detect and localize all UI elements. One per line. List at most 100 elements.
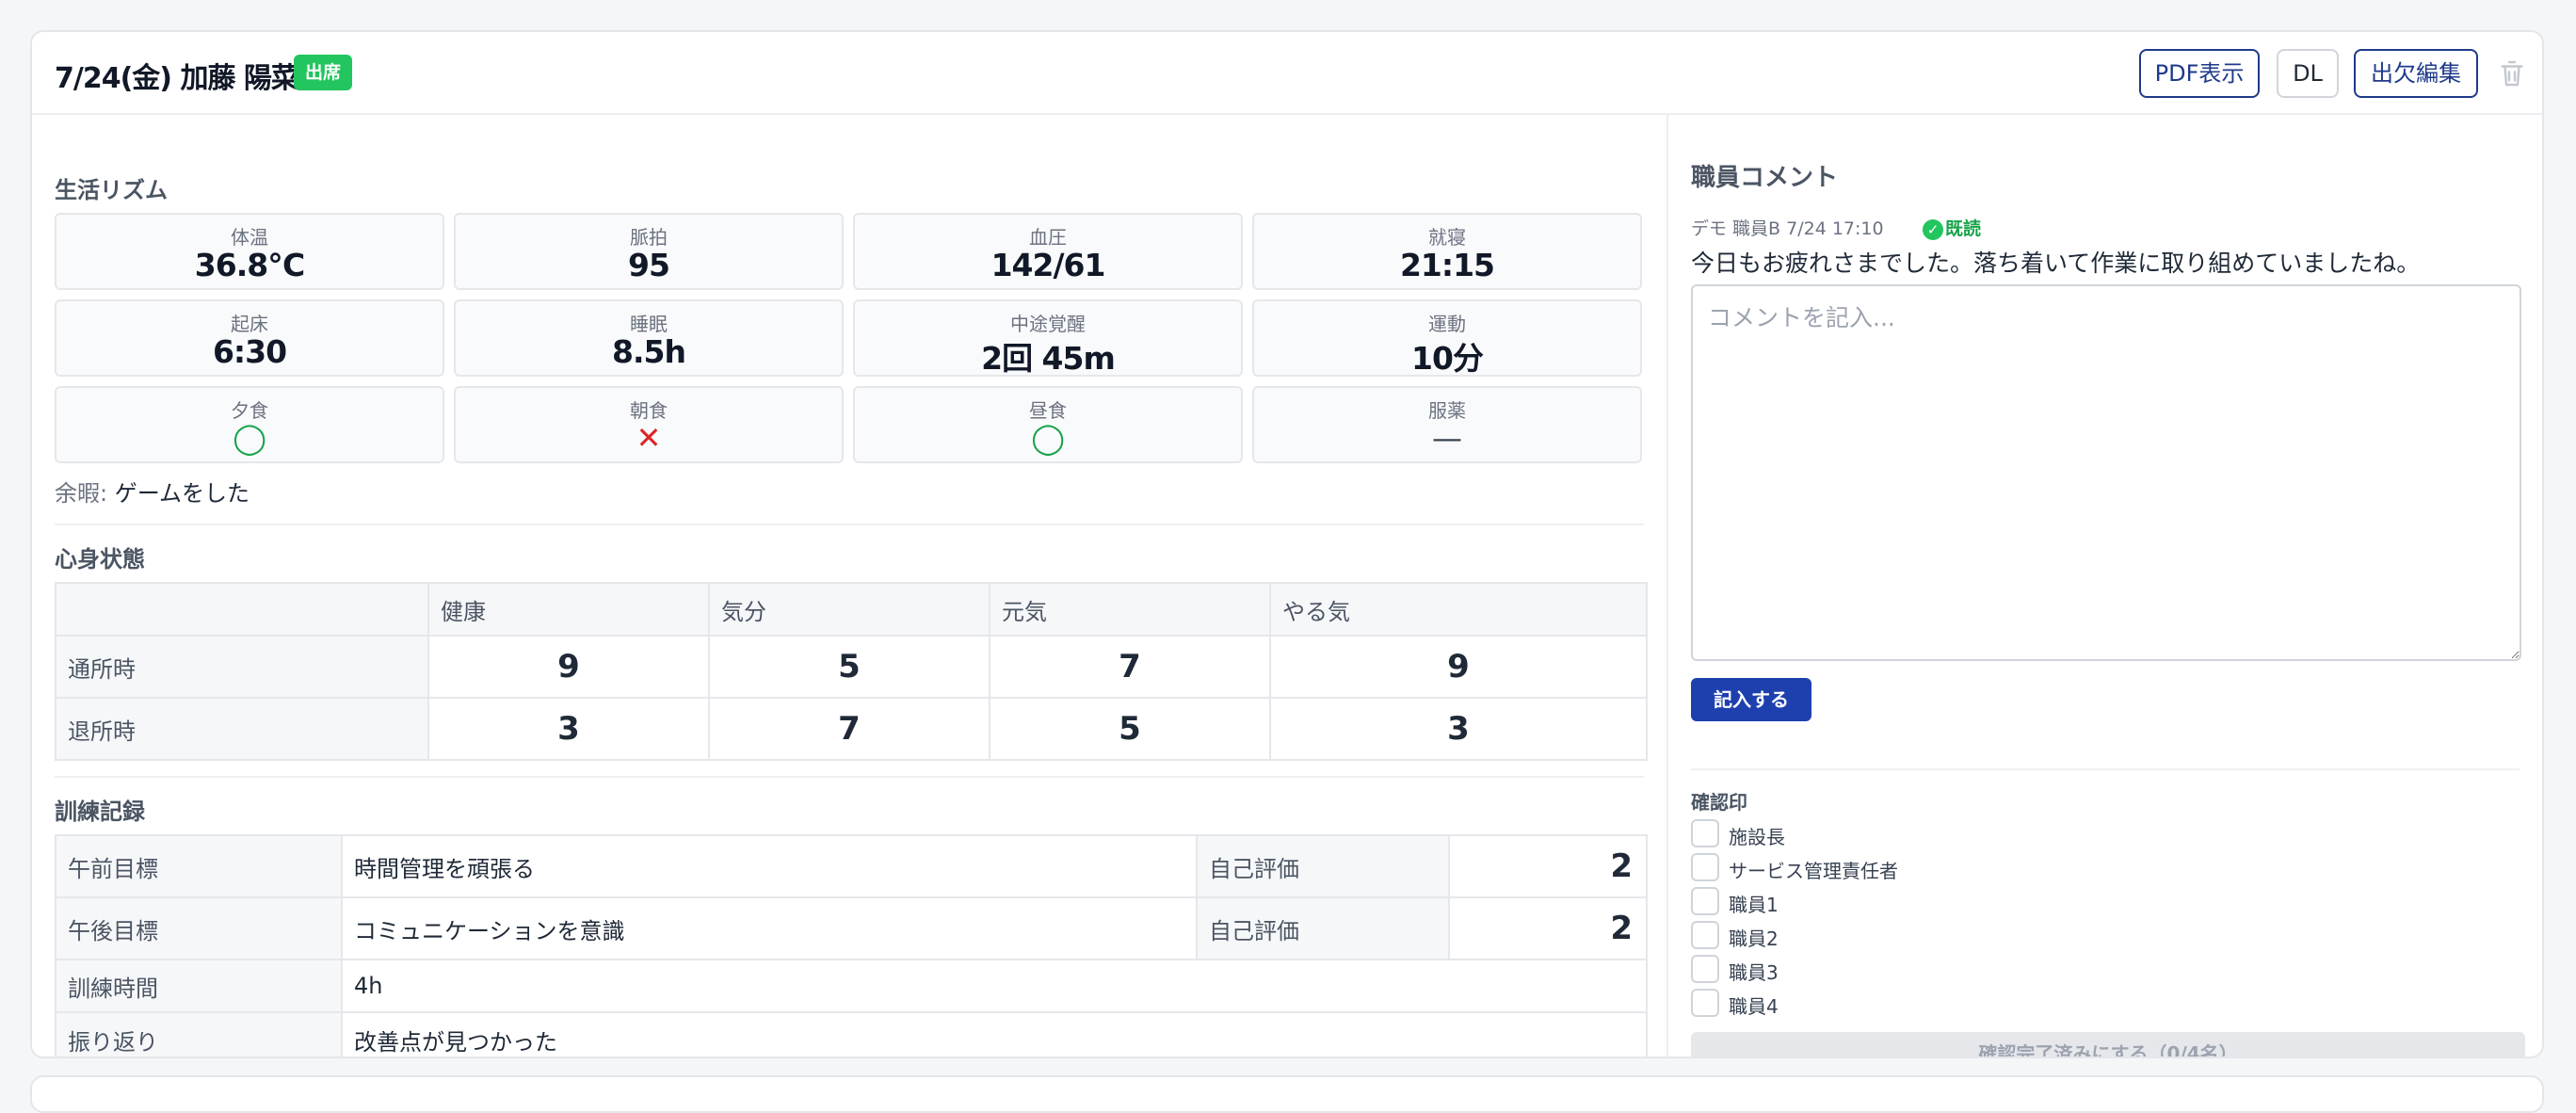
approval-checkbox[interactable] [1691,887,1719,915]
table-cell: 9 [427,635,710,699]
vital-label: 血圧 [1029,226,1067,249]
table-cell: 5 [989,697,1271,761]
column-header: 健康 [427,582,710,637]
vital-label: 起床 [231,313,268,335]
approval-label: 職員1 [1729,894,1779,916]
report-main-panel: 生活リズム 体温 36.8℃ 脈拍 95 血圧 142/61 就寝 21:15 … [32,113,1666,1057]
leisure-row: 余暇: ゲームをした [55,475,250,508]
circle-icon: ◯ [233,420,266,456]
vital-label: 体温 [231,226,268,249]
meal-card: 昼食 ◯ [853,386,1243,463]
rhythm-section-title: 生活リズム [55,177,168,203]
confirm-complete-button[interactable]: 確認完了済みにする（0/4名） [1691,1032,2525,1057]
pdf-view-button[interactable]: PDF表示 [2139,49,2260,98]
vital-label: 就寝 [1428,226,1466,249]
meal-label: 昼食 [1029,399,1067,422]
table-row: 退所時 3 7 5 3 [55,697,1648,761]
training-table: 午前目標 時間管理を頑張る 自己評価 2 午後目標 コミュニケーションを意識 自… [55,834,1648,1057]
vital-value: 10分 [1411,340,1484,377]
next-report-card [30,1075,2544,1113]
table-cell: 3 [1269,697,1648,761]
approval-label: 職員3 [1729,961,1779,984]
table-cell: 7 [989,635,1271,699]
vital-value: 95 [628,247,670,283]
section-divider [1691,768,2520,770]
vital-value: 8.5h [612,333,686,370]
user-name: 加藤 陽菜 [180,62,298,95]
approval-checkbox[interactable] [1691,921,1719,949]
table-corner [55,582,429,637]
training-time-label: 訓練時間 [55,959,343,1013]
trash-icon[interactable] [2495,56,2529,90]
attendance-edit-button[interactable]: 出欠編集 [2354,49,2478,98]
comment-input[interactable] [1691,284,2521,661]
check-circle-icon: ✓ [1923,219,1943,240]
table-cell: 7 [708,697,990,761]
self-eval-label: 自己評価 [1196,834,1450,898]
vital-value: 142/61 [990,247,1106,283]
table-row: 午前目標 時間管理を頑張る 自己評価 2 [55,834,1648,898]
read-label: 既読 [1945,218,1982,239]
vital-card: 体温 36.8℃ [55,213,444,290]
approval-checkbox[interactable] [1691,989,1719,1017]
mind-section-title: 心身状態 [55,546,145,573]
vital-value: 21:15 [1399,247,1495,283]
reflection-label: 振り返り [55,1011,343,1057]
vital-card: 血圧 142/61 [853,213,1243,290]
section-divider [55,776,1644,778]
vital-label: 睡眠 [630,313,668,335]
approval-label: サービス管理責任者 [1729,860,1898,882]
attendance-status-badge: 出席 [294,55,353,90]
vital-card: 睡眠 8.5h [454,299,844,377]
vital-card: 運動 10分 [1252,299,1642,377]
vital-value: 2回 45m [981,340,1116,377]
self-eval-value: 2 [1448,834,1648,898]
table-row: 通所時 9 5 7 9 [55,635,1648,699]
vital-card: 就寝 21:15 [1252,213,1642,290]
approval-label: 職員4 [1729,995,1779,1018]
reflection-value: 改善点が見つかった [341,1011,1648,1057]
download-button[interactable]: DL [2277,49,2339,98]
vital-label: 運動 [1428,313,1466,335]
approval-checkbox[interactable] [1691,853,1719,881]
report-title: 7/24(金) 加藤 陽菜 [55,55,299,96]
table-row: 訓練時間 4h [55,959,1648,1013]
vital-value: 6:30 [212,333,287,370]
pm-goal-value: コミュニケーションを意識 [341,896,1198,960]
row-header: 退所時 [55,697,429,761]
comment-text: 今日もお疲れさまでした。落ち着いて作業に取り組めていましたね。 [1691,250,2421,277]
am-goal-value: 時間管理を頑張る [341,834,1198,898]
vital-card: 起床 6:30 [55,299,444,377]
meal-label: 夕食 [231,399,268,422]
read-badge: ✓ 既読 [1923,215,1981,240]
vital-card: 中途覚醒 2回 45m [853,299,1243,377]
self-eval-value: 2 [1448,896,1648,960]
comment-section-title: 職員コメント [1691,164,1839,192]
vital-label: 脈拍 [630,226,668,249]
self-eval-label: 自己評価 [1196,896,1450,960]
report-date: 7/24(金) [55,62,172,95]
table-cell: 3 [427,697,710,761]
card-header: 7/24(金) 加藤 陽菜 出席 PDF表示 DL 出欠編集 [32,32,2542,115]
meal-card: 朝食 ✕ [454,386,844,463]
submit-comment-button[interactable]: 記入する [1691,678,1811,721]
meal-label: 朝食 [630,399,668,422]
meal-label: 服薬 [1428,399,1466,422]
pm-goal-label: 午後目標 [55,896,343,960]
leisure-value: ゲームをした [114,480,250,507]
training-section-title: 訓練記録 [55,798,145,825]
dash-icon: — [1432,420,1462,456]
mind-state-table: 健康 気分 元気 やる気 通所時 9 5 7 9 退所時 3 7 5 3 [55,582,1648,761]
approval-checkbox[interactable] [1691,955,1719,983]
comment-meta: デモ 職員B 7/24 17:10 [1691,218,1884,239]
approval-checkbox[interactable] [1691,819,1719,847]
circle-icon: ◯ [1031,420,1065,456]
vital-label: 中途覚醒 [1010,313,1086,335]
table-header-row: 健康 気分 元気 やる気 [55,582,1648,637]
daily-report-card: 7/24(金) 加藤 陽菜 出席 PDF表示 DL 出欠編集 生活リズム 体温 … [30,30,2544,1058]
table-row: 振り返り 改善点が見つかった [55,1011,1648,1057]
column-header: 気分 [708,582,990,637]
cross-icon: ✕ [636,420,662,456]
table-cell: 5 [708,635,990,699]
approval-label: 職員2 [1729,928,1779,950]
